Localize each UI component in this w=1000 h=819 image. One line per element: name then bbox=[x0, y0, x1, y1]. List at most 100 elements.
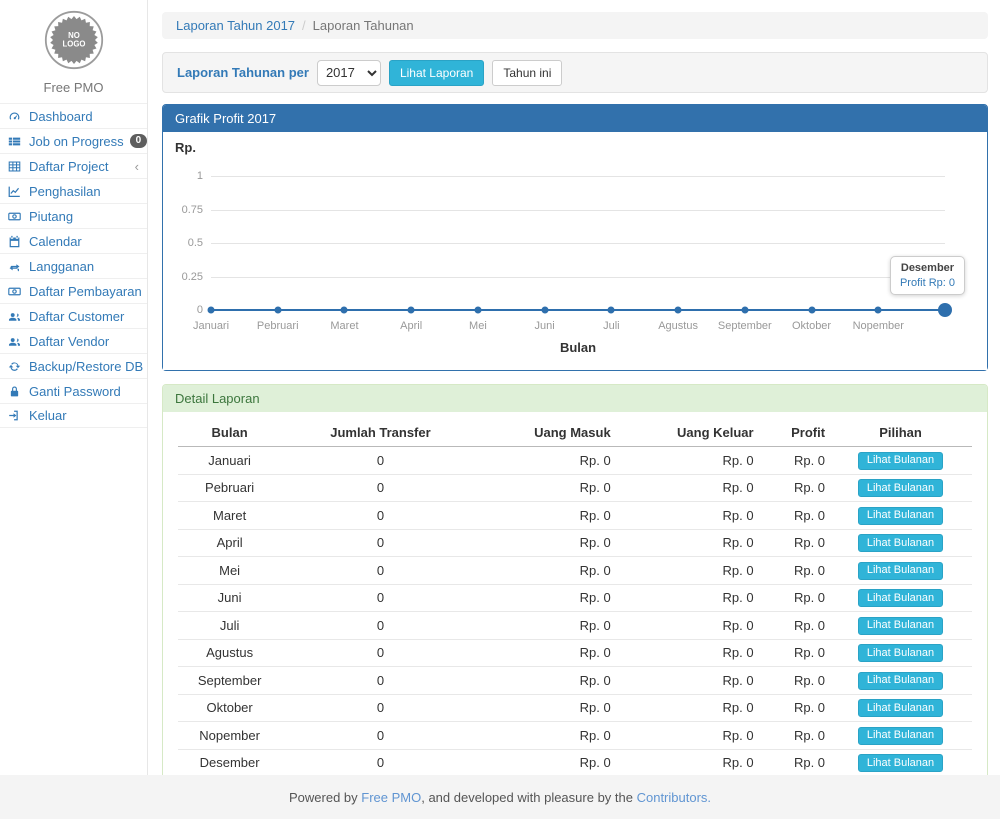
sidebar-item-calendar[interactable]: Calendar bbox=[0, 228, 147, 253]
lihat-bulanan-button[interactable]: Lihat Bulanan bbox=[858, 534, 943, 552]
sidebar-item-dashboard[interactable]: Dashboard bbox=[0, 103, 147, 128]
sidebar-item-daftar-customer[interactable]: Daftar Customer bbox=[0, 303, 147, 328]
sidebar-item-daftar-pembayaran[interactable]: Daftar Pembayaran bbox=[0, 278, 147, 303]
data-point-juni[interactable] bbox=[541, 307, 548, 314]
app-logo[interactable]: NOLOGO bbox=[44, 10, 104, 70]
profit-chart-panel: Grafik Profit 2017 Rp. Bulan Desember Pr… bbox=[162, 104, 988, 371]
breadcrumb-link[interactable]: Laporan Tahun 2017 bbox=[176, 18, 295, 33]
users-icon bbox=[8, 310, 23, 323]
column-header-profit: Profit bbox=[758, 420, 829, 447]
detail-panel-title: Detail Laporan bbox=[163, 385, 987, 412]
users-icon bbox=[8, 335, 23, 348]
cell-pilihan: Lihat Bulanan bbox=[829, 749, 972, 775]
sidebar-item-job-on-progress[interactable]: Job on Progress0 bbox=[0, 128, 147, 153]
sidebar-item-label: Penghasilan bbox=[29, 184, 101, 199]
cell-profit: Rp. 0 bbox=[758, 474, 829, 502]
y-tick-label: 0.5 bbox=[163, 237, 203, 249]
lihat-bulanan-button[interactable]: Lihat Bulanan bbox=[858, 644, 943, 662]
report-filter-bar: Laporan Tahunan per 2017 Lihat Laporan T… bbox=[162, 52, 988, 93]
data-point-mei[interactable] bbox=[474, 307, 481, 314]
sidebar-item-ganti-password[interactable]: Ganti Password bbox=[0, 378, 147, 403]
cell-masuk: Rp. 0 bbox=[480, 447, 615, 475]
data-point-pebruari[interactable] bbox=[274, 307, 281, 314]
cell-profit: Rp. 0 bbox=[758, 639, 829, 667]
lihat-bulanan-button[interactable]: Lihat Bulanan bbox=[858, 562, 943, 580]
cell-masuk: Rp. 0 bbox=[480, 529, 615, 557]
sidebar-item-piutang[interactable]: Piutang bbox=[0, 203, 147, 228]
cell-keluar: Rp. 0 bbox=[615, 447, 758, 475]
table-row-juli: Juli0Rp. 0Rp. 0Rp. 0Lihat Bulanan bbox=[178, 612, 972, 640]
lihat-bulanan-button[interactable]: Lihat Bulanan bbox=[858, 479, 943, 497]
table-row-januari: Januari0Rp. 0Rp. 0Rp. 0Lihat Bulanan bbox=[178, 447, 972, 475]
data-point-nopember[interactable] bbox=[875, 307, 882, 314]
detail-table: BulanJumlah TransferUang MasukUang Kelua… bbox=[178, 420, 972, 775]
lihat-bulanan-button[interactable]: Lihat Bulanan bbox=[858, 617, 943, 635]
footer-brand-link[interactable]: Free PMO bbox=[361, 790, 421, 805]
data-point-oktober[interactable] bbox=[808, 307, 815, 314]
footer-contributors-link[interactable]: Contributors. bbox=[637, 790, 711, 805]
data-point-april[interactable] bbox=[408, 307, 415, 314]
brand-name: Free PMO bbox=[0, 80, 147, 95]
chart-tooltip: Desember Profit Rp: 0 bbox=[890, 256, 965, 295]
sidebar-item-keluar[interactable]: Keluar bbox=[0, 403, 147, 428]
cell-pilihan: Lihat Bulanan bbox=[829, 612, 972, 640]
line-chart-icon bbox=[8, 185, 23, 198]
tasks-icon bbox=[8, 135, 23, 148]
sidebar-item-label: Keluar bbox=[29, 408, 67, 423]
refresh-icon bbox=[8, 360, 23, 373]
lihat-bulanan-button[interactable]: Lihat Bulanan bbox=[858, 672, 943, 690]
lihat-bulanan-button[interactable]: Lihat Bulanan bbox=[858, 589, 943, 607]
cell-keluar: Rp. 0 bbox=[615, 502, 758, 530]
cell-transfer: 0 bbox=[281, 694, 480, 722]
logo-area: NOLOGO Free PMO bbox=[0, 0, 147, 103]
year-select[interactable]: 2017 bbox=[317, 60, 381, 86]
data-point-agustus[interactable] bbox=[675, 307, 682, 314]
sidebar-item-label: Daftar Project bbox=[29, 159, 108, 174]
table-row-september: September0Rp. 0Rp. 0Rp. 0Lihat Bulanan bbox=[178, 667, 972, 695]
lihat-bulanan-button[interactable]: Lihat Bulanan bbox=[858, 727, 943, 745]
retweet-icon bbox=[8, 260, 23, 273]
cell-keluar: Rp. 0 bbox=[615, 694, 758, 722]
data-point-maret[interactable] bbox=[341, 307, 348, 314]
table-row-mei: Mei0Rp. 0Rp. 0Rp. 0Lihat Bulanan bbox=[178, 557, 972, 585]
table-row-agustus: Agustus0Rp. 0Rp. 0Rp. 0Lihat Bulanan bbox=[178, 639, 972, 667]
y-tick-label: 0 bbox=[163, 304, 203, 316]
main-content: Laporan Tahun 2017 / Laporan Tahunan Lap… bbox=[148, 0, 1000, 775]
data-point-juli[interactable] bbox=[608, 307, 615, 314]
cell-pilihan: Lihat Bulanan bbox=[829, 667, 972, 695]
table-row-desember: Desember0Rp. 0Rp. 0Rp. 0Lihat Bulanan bbox=[178, 749, 972, 775]
cell-bulan: Oktober bbox=[178, 694, 281, 722]
lihat-bulanan-button[interactable]: Lihat Bulanan bbox=[858, 754, 943, 772]
sidebar-item-langganan[interactable]: Langganan bbox=[0, 253, 147, 278]
cell-profit: Rp. 0 bbox=[758, 584, 829, 612]
cell-masuk: Rp. 0 bbox=[480, 612, 615, 640]
footer-text-prefix: Powered by bbox=[289, 790, 361, 805]
tahun-ini-button[interactable]: Tahun ini bbox=[492, 60, 562, 86]
lihat-laporan-button[interactable]: Lihat Laporan bbox=[389, 60, 484, 86]
breadcrumb: Laporan Tahun 2017 / Laporan Tahunan bbox=[162, 12, 988, 39]
cell-transfer: 0 bbox=[281, 474, 480, 502]
data-point-desember[interactable] bbox=[938, 303, 952, 317]
cell-masuk: Rp. 0 bbox=[480, 749, 615, 775]
sidebar-item-daftar-vendor[interactable]: Daftar Vendor bbox=[0, 328, 147, 353]
sidebar-item-penghasilan[interactable]: Penghasilan bbox=[0, 178, 147, 203]
lihat-bulanan-button[interactable]: Lihat Bulanan bbox=[858, 699, 943, 717]
cell-profit: Rp. 0 bbox=[758, 529, 829, 557]
x-tick-label: Mei bbox=[469, 320, 487, 332]
sidebar-item-daftar-project[interactable]: Daftar Project‹ bbox=[0, 153, 147, 178]
cell-pilihan: Lihat Bulanan bbox=[829, 529, 972, 557]
data-point-september[interactable] bbox=[741, 307, 748, 314]
lihat-bulanan-button[interactable]: Lihat Bulanan bbox=[858, 507, 943, 525]
x-tick-label: Agustus bbox=[658, 320, 698, 332]
y-gridline bbox=[211, 210, 945, 211]
cell-profit: Rp. 0 bbox=[758, 502, 829, 530]
cell-bulan: Juli bbox=[178, 612, 281, 640]
sidebar-item-label: Job on Progress bbox=[29, 134, 124, 149]
table-row-maret: Maret0Rp. 0Rp. 0Rp. 0Lihat Bulanan bbox=[178, 502, 972, 530]
lihat-bulanan-button[interactable]: Lihat Bulanan bbox=[858, 452, 943, 470]
sidebar-item-backup-restore-db[interactable]: Backup/Restore DB bbox=[0, 353, 147, 378]
sidebar: NOLOGO Free PMO DashboardJob on Progress… bbox=[0, 0, 148, 775]
x-tick-label: Juni bbox=[535, 320, 555, 332]
column-header-pilihan: Pilihan bbox=[829, 420, 972, 447]
data-point-januari[interactable] bbox=[208, 307, 215, 314]
